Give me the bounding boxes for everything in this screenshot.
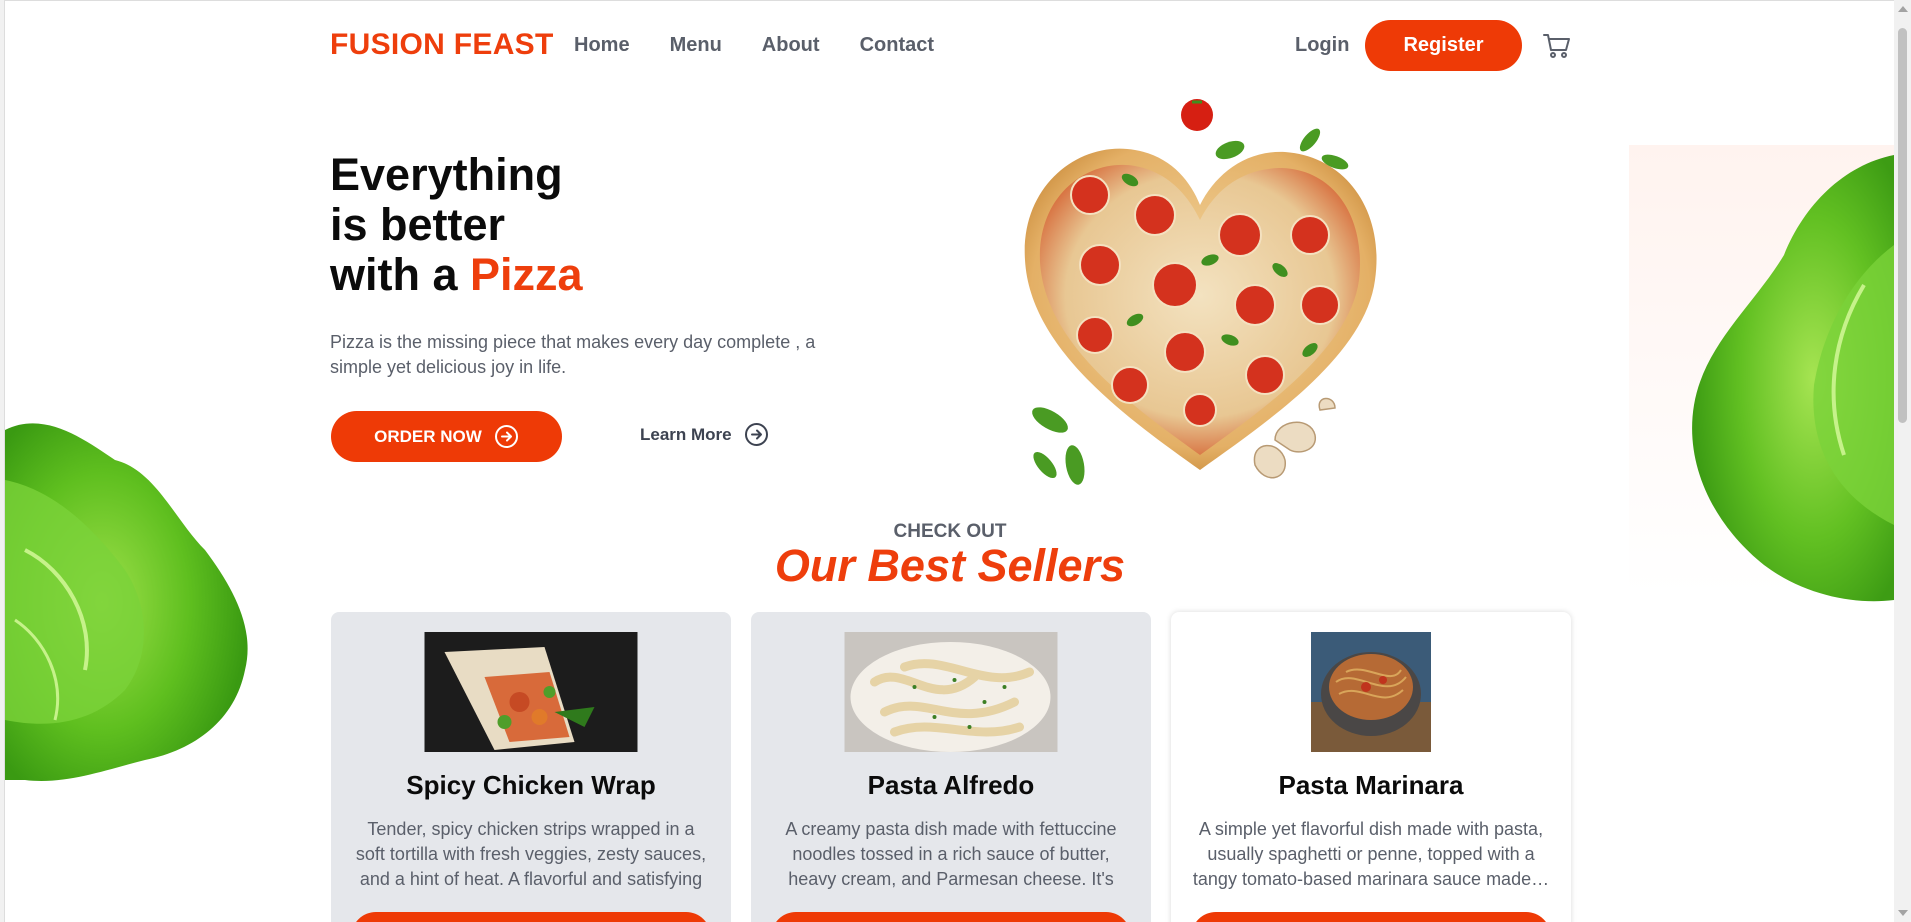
scroll-up-icon[interactable] <box>1898 6 1908 12</box>
product-name: Pasta Marinara <box>1278 770 1464 800</box>
order-now-label: ORDER NOW <box>374 426 482 446</box>
product-description: A simple yet flavorful dish made with pa… <box>1192 819 1550 889</box>
learn-more-link[interactable]: Learn More <box>640 422 769 447</box>
hero-title-line-1: Everything <box>330 149 563 200</box>
product-description: A creamy pasta dish made with fettuccine… <box>785 819 1117 889</box>
heart-pizza-image <box>1024 99 1377 485</box>
hero-title: Everything is better with a Pizza <box>330 150 583 300</box>
nav-link-home[interactable]: Home <box>574 34 630 57</box>
brand-logo[interactable]: FUSION FEAST <box>330 28 554 62</box>
hero-title-line-2: is better <box>330 199 506 250</box>
nav-link-menu[interactable]: Menu <box>670 34 722 57</box>
hero-title-line-3: with a <box>330 249 458 300</box>
spicy-chicken-wrap-image <box>424 632 638 752</box>
product-card[interactable]: Pasta Marinara A simple yet flavorful di… <box>1171 612 1571 922</box>
product-name: Pasta Alfredo <box>867 770 1035 800</box>
product-name: Spicy Chicken Wrap <box>406 770 656 800</box>
scroll-down-icon[interactable] <box>1898 910 1908 916</box>
nav-link-contact[interactable]: Contact <box>860 34 934 57</box>
pasta-alfredo-image <box>844 632 1058 752</box>
learn-more-label: Learn More <box>640 424 732 444</box>
product-action-button[interactable] <box>351 912 711 922</box>
nav-links: Home Menu About Contact <box>574 34 934 57</box>
top-navigation: FUSION FEAST Home Menu About Contact Log… <box>330 20 1572 72</box>
product-card[interactable]: Pasta Alfredo A creamy pasta dish made w… <box>751 612 1151 922</box>
window-top-border <box>0 0 1911 1</box>
scrollbar-thumb[interactable] <box>1898 28 1907 423</box>
order-now-button[interactable]: ORDER NOW <box>331 411 562 462</box>
product-card[interactable]: Spicy Chicken Wrap Tender, spicy chicken… <box>331 612 731 922</box>
hero-title-accent: Pizza <box>470 249 583 300</box>
register-button[interactable]: Register <box>1365 20 1522 71</box>
arrow-right-circle-icon <box>744 423 768 446</box>
product-action-button[interactable] <box>1191 912 1551 922</box>
nav-link-about[interactable]: About <box>762 34 820 57</box>
lettuce-decoration-left <box>5 423 248 781</box>
section-heading: Our Best Sellers <box>774 540 1126 591</box>
cart-icon[interactable] <box>1542 32 1572 60</box>
arrow-right-circle-icon <box>494 425 518 448</box>
page-scrollbar[interactable] <box>1894 0 1911 922</box>
product-description: Tender, spicy chicken strips wrapped in … <box>355 819 707 889</box>
product-action-button[interactable] <box>771 912 1131 922</box>
pasta-marinara-image <box>1311 632 1431 752</box>
login-link[interactable]: Login <box>1295 34 1349 57</box>
hero-description: Pizza is the missing piece that makes ev… <box>330 332 816 377</box>
